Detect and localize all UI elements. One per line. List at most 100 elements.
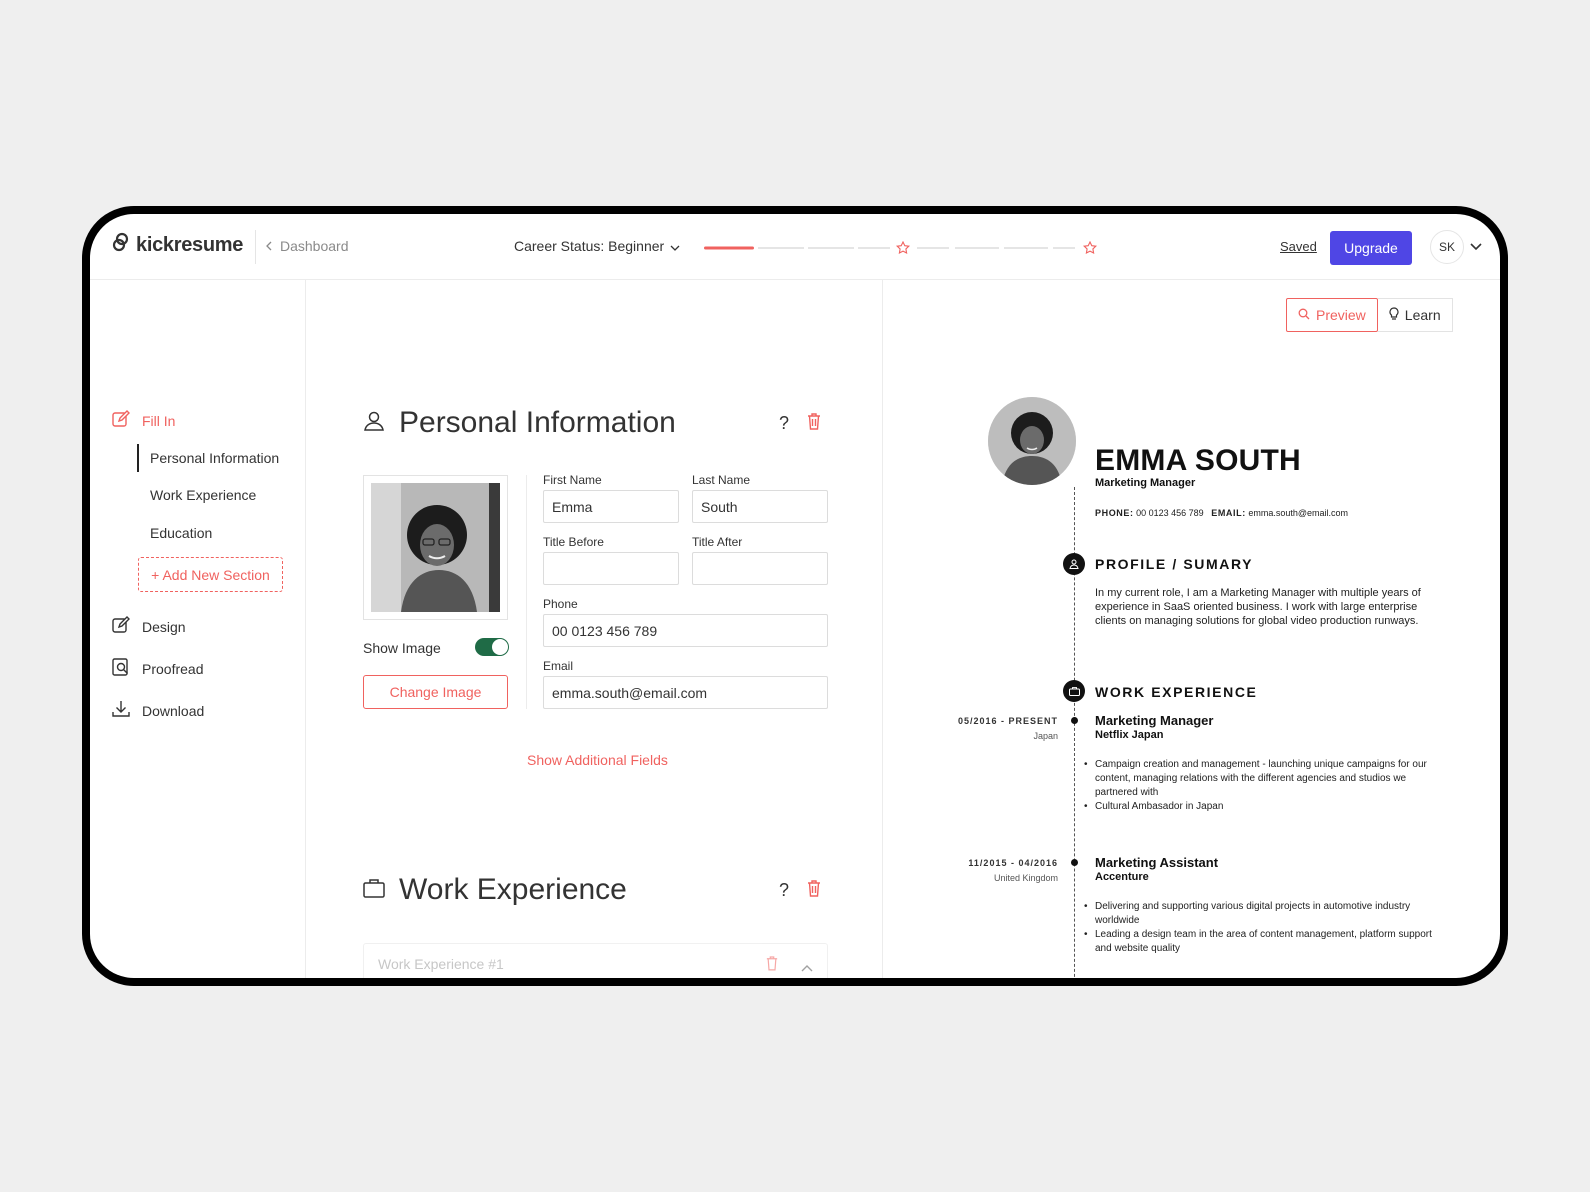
preview-pane: Preview Learn EMMA SOUTH Marketing Manag… xyxy=(884,280,1500,978)
resume-name: EMMA SOUTH xyxy=(1095,444,1301,477)
sidebar-item-work-experience[interactable]: Work Experience xyxy=(150,487,256,503)
download-icon xyxy=(112,700,130,721)
profile-text: In my current role, I am a Marketing Man… xyxy=(1095,587,1421,627)
show-additional-fields-link[interactable]: Show Additional Fields xyxy=(527,752,668,768)
title-after-label: Title After xyxy=(692,535,743,549)
progress-segment xyxy=(758,247,804,249)
show-image-toggle[interactable] xyxy=(475,638,509,656)
progress-segment xyxy=(917,247,949,249)
nav-download[interactable]: Download xyxy=(112,700,204,721)
timeline-dot xyxy=(1071,859,1078,866)
help-icon[interactable]: ? xyxy=(779,880,789,901)
email-label: Email xyxy=(543,659,574,673)
job-company: Accenture xyxy=(1095,871,1149,883)
help-icon[interactable]: ? xyxy=(779,413,789,434)
trash-icon[interactable] xyxy=(766,955,778,976)
trash-icon[interactable] xyxy=(807,879,821,902)
progress-segment xyxy=(1004,247,1048,249)
divider xyxy=(526,475,527,709)
back-label: Dashboard xyxy=(280,238,349,254)
sidebar-item-personal-information[interactable]: Personal Information xyxy=(136,444,279,472)
phone-field[interactable] xyxy=(543,614,828,647)
work-experience-actions: ? xyxy=(779,879,821,902)
nav-proofread[interactable]: Proofread xyxy=(112,658,203,679)
show-image-label: Show Image xyxy=(363,640,441,656)
logo-text: kickresume xyxy=(136,233,244,256)
personal-info-header: Personal Information xyxy=(363,406,676,440)
first-name-label: First Name xyxy=(543,473,602,487)
career-status-label: Career Status: Beginner xyxy=(514,238,665,254)
phone-key: PHONE: xyxy=(1095,508,1134,518)
list-item: Leading a design team in the area of con… xyxy=(1084,928,1436,956)
profile-photo xyxy=(371,483,500,612)
proofread-icon xyxy=(112,658,130,679)
app-screen: kickresume Dashboard Career Status: Begi… xyxy=(90,214,1500,978)
nav-download-label: Download xyxy=(142,702,205,719)
career-progress-bar xyxy=(704,241,1098,255)
job-role: Marketing Assistant xyxy=(1095,855,1219,870)
sidebar: Fill In Personal Information Work Experi… xyxy=(90,280,306,978)
work-experience-card-label: Work Experience #1 xyxy=(378,956,504,972)
progress-segment xyxy=(858,247,890,249)
briefcase-icon xyxy=(363,878,385,903)
work-experience-card[interactable]: Work Experience #1 xyxy=(363,943,828,978)
edit-icon xyxy=(112,410,130,431)
phone-label: Phone xyxy=(543,597,578,611)
user-avatar[interactable]: SK xyxy=(1430,230,1464,264)
resume-job-title: Marketing Manager xyxy=(1095,477,1196,489)
logo[interactable]: kickresume xyxy=(112,232,243,258)
editor-form: Personal Information ? Show Image Change… xyxy=(307,280,883,978)
list-item: Cultural Ambasador in Japan xyxy=(1084,800,1436,814)
resume-photo xyxy=(988,397,1076,485)
profile-section-title: PROFILE / SUMARY xyxy=(1095,556,1254,572)
device-frame: kickresume Dashboard Career Status: Begi… xyxy=(82,206,1508,986)
back-link[interactable]: Dashboard xyxy=(266,238,349,254)
saved-status[interactable]: Saved xyxy=(1280,239,1317,254)
section-title: Work Experience xyxy=(399,873,627,906)
trash-icon[interactable] xyxy=(807,412,821,435)
title-after-field[interactable] xyxy=(692,552,828,585)
job-bullets: Campaign creation and management - launc… xyxy=(1084,758,1436,814)
list-item: Campaign creation and management - launc… xyxy=(1084,758,1436,800)
logo-icon xyxy=(112,232,130,258)
job-location: United Kingdom xyxy=(993,873,1058,883)
profile-section-icon xyxy=(1063,553,1085,575)
top-bar: kickresume Dashboard Career Status: Begi… xyxy=(90,214,1500,280)
progress-segment xyxy=(1053,247,1075,249)
last-name-label: Last Name xyxy=(692,473,751,487)
chevron-down-icon[interactable] xyxy=(1470,238,1482,256)
first-name-field[interactable] xyxy=(543,490,679,523)
sidebar-item-education[interactable]: Education xyxy=(150,525,212,541)
add-new-section-button[interactable]: + Add New Section xyxy=(138,557,283,592)
email-field[interactable] xyxy=(543,676,828,709)
change-image-button[interactable]: Change Image xyxy=(363,675,508,709)
job-bullets: Delivering and supporting various digita… xyxy=(1084,900,1436,956)
job-dates: 05/2016 - PRESENT xyxy=(957,716,1058,726)
chevron-up-icon[interactable] xyxy=(801,959,813,977)
resume-contact: PHONE: 00 0123 456 789 EMAIL: emma.south… xyxy=(1095,508,1348,518)
photo-frame[interactable] xyxy=(363,475,508,620)
last-name-field[interactable] xyxy=(692,490,828,523)
chevron-down-icon xyxy=(670,238,680,254)
design-icon xyxy=(112,616,130,637)
nav-proofread-label: Proofread xyxy=(142,660,204,677)
work-experience-header: Work Experience xyxy=(363,873,627,907)
nav-fill-in[interactable]: Fill In xyxy=(112,410,175,431)
title-before-field[interactable] xyxy=(543,552,679,585)
nav-fill-in-label: Fill In xyxy=(142,412,176,429)
career-status-dropdown[interactable]: Career Status: Beginner xyxy=(514,238,680,254)
progress-segment xyxy=(808,247,854,249)
upgrade-button[interactable]: Upgrade xyxy=(1330,231,1412,265)
work-section-title: WORK EXPERIENCE xyxy=(1095,684,1258,700)
progress-segment xyxy=(955,247,999,249)
user-icon xyxy=(363,410,385,437)
job-location: Japan xyxy=(1033,731,1058,741)
progress-fill xyxy=(704,246,754,250)
job-role: Marketing Manager xyxy=(1095,713,1214,728)
job-company: Netflix Japan xyxy=(1095,729,1164,741)
nav-design[interactable]: Design xyxy=(112,616,186,637)
nav-design-label: Design xyxy=(142,618,186,635)
star-icon xyxy=(1082,241,1098,255)
resume-email: emma.south@email.com xyxy=(1248,508,1349,518)
resume-phone: 00 0123 456 789 xyxy=(1136,508,1204,518)
